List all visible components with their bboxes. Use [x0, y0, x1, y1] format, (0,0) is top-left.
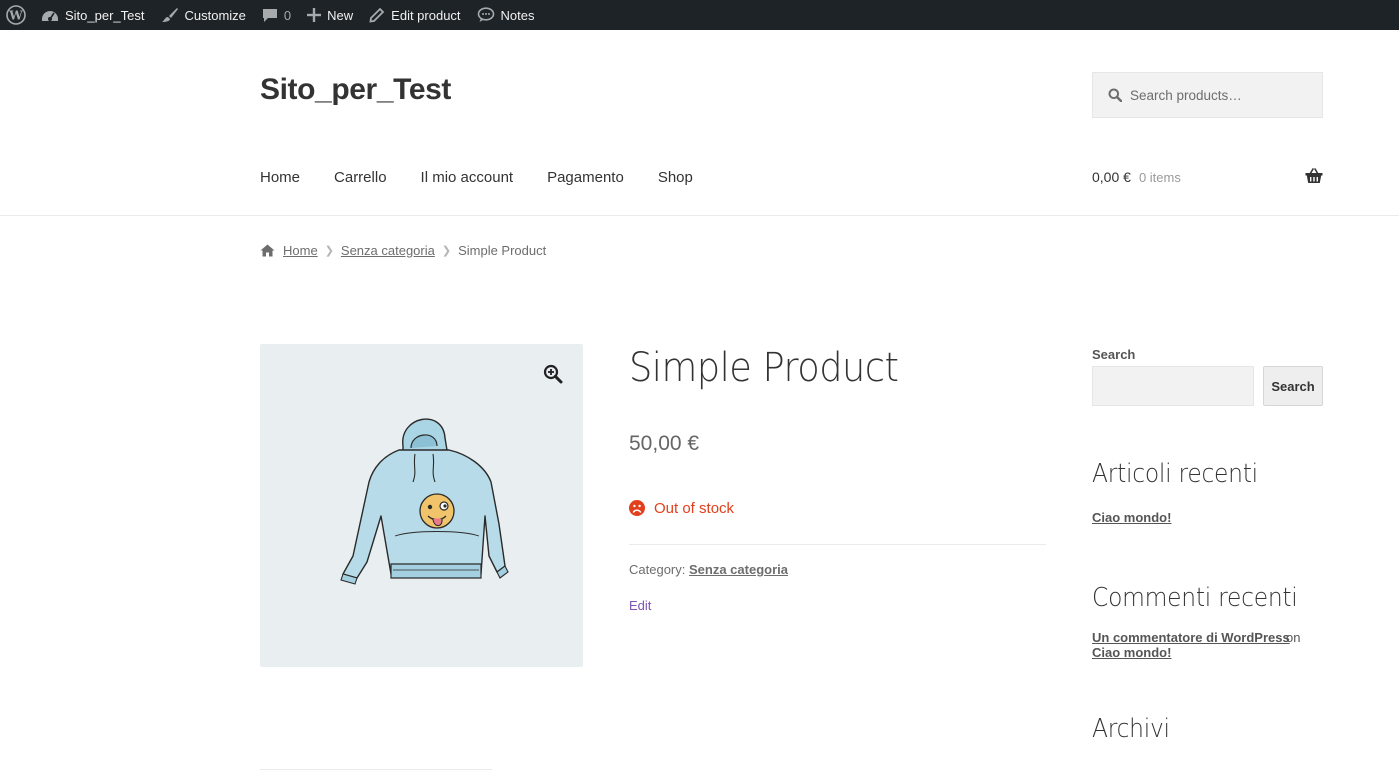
comment-icon	[262, 9, 277, 22]
widget-search-button[interactable]: Search	[1263, 366, 1323, 406]
primary-navigation: Home Carrello Il mio account Pagamento S…	[260, 165, 727, 189]
edit-product-link-inline[interactable]: Edit	[629, 598, 651, 613]
stock-status: Out of stock	[629, 498, 734, 518]
nav-item-carrello[interactable]: Carrello	[334, 169, 387, 186]
site-title[interactable]: Sito_per_Test	[260, 73, 451, 107]
header-divider	[0, 215, 1399, 216]
breadcrumb-category-link[interactable]: Senza categoria	[341, 243, 435, 258]
product-gallery[interactable]	[260, 344, 583, 667]
comment-post-link[interactable]: Ciao mondo!	[1092, 645, 1171, 660]
notes-label: Notes	[500, 7, 535, 23]
search-icon	[1108, 88, 1122, 102]
breadcrumb-home-link[interactable]: Home	[283, 243, 318, 258]
product-category-link[interactable]: Senza categoria	[689, 562, 788, 577]
dashboard-icon	[42, 11, 58, 21]
cart-amount: 0,00 €	[1092, 169, 1131, 185]
comment-author-link[interactable]: Un commentatore di WordPress	[1092, 630, 1290, 645]
nav-item-il-mio-account[interactable]: Il mio account	[421, 169, 514, 186]
pencil-icon	[369, 7, 385, 23]
breadcrumb-current: Simple Product	[458, 242, 547, 258]
recent-posts-heading: Articoli recenti	[1092, 459, 1258, 489]
header-cart[interactable]: 0,00 € 0 items	[1092, 165, 1323, 189]
hoodie-image	[340, 418, 509, 585]
breadcrumb: Home ❯ Senza categoria ❯ Simple Product	[260, 241, 546, 259]
nav-item-home[interactable]: Home	[260, 169, 300, 186]
sad-face-icon	[629, 500, 645, 516]
product-title: Simple Product	[629, 345, 899, 391]
svg-text:W: W	[8, 9, 23, 23]
widget-search-input[interactable]	[1092, 366, 1254, 406]
widget-search-label: Search	[1092, 347, 1136, 362]
product-meta: Category: Senza categoria	[629, 562, 788, 577]
admin-bar: W Sito_per_Test Customize 0 New Edit pro…	[0, 0, 1399, 30]
edit-product-label: Edit product	[391, 7, 461, 23]
edit-product-link[interactable]: Edit product	[361, 0, 468, 30]
recent-post-link[interactable]: Ciao mondo!	[1092, 510, 1171, 525]
new-label: New	[327, 7, 354, 23]
comments-count: 0	[283, 7, 292, 23]
site-name-menu[interactable]: Sito_per_Test	[33, 0, 153, 30]
archives-heading: Archivi	[1092, 714, 1170, 744]
tabs-divider	[260, 769, 492, 770]
wordpress-icon: W	[6, 5, 26, 25]
cart-count: 0 items	[1138, 169, 1181, 185]
stock-status-label: Out of stock	[654, 499, 735, 517]
customize-label: Customize	[184, 7, 246, 23]
comments-link[interactable]: 0	[254, 0, 299, 30]
new-content-menu[interactable]: New	[299, 0, 361, 30]
nav-item-pagamento[interactable]: Pagamento	[547, 169, 624, 186]
home-icon	[260, 244, 275, 256]
chevron-right-icon: ❯	[324, 244, 334, 257]
product-price: 50,00 €	[629, 432, 700, 455]
chevron-right-icon: ❯	[441, 244, 452, 257]
customize-link[interactable]: Customize	[153, 0, 254, 30]
product-search-input[interactable]	[1130, 87, 1310, 103]
plus-icon	[307, 8, 322, 22]
category-label: Category:	[629, 562, 686, 577]
wordpress-logo-menu[interactable]: W	[0, 0, 33, 30]
basket-icon	[1305, 168, 1323, 183]
header-search	[1092, 72, 1323, 118]
notes-link[interactable]: Notes	[469, 0, 543, 30]
zoom-in-icon[interactable]	[543, 364, 563, 384]
paintbrush-icon	[161, 8, 178, 22]
summary-divider	[629, 544, 1046, 545]
recent-comments-heading: Commenti recenti	[1092, 583, 1298, 613]
nav-item-shop[interactable]: Shop	[658, 169, 693, 186]
comment-on-text: on	[1286, 630, 1301, 645]
site-name-label: Sito_per_Test	[65, 7, 145, 23]
speech-bubble-icon	[477, 7, 494, 22]
